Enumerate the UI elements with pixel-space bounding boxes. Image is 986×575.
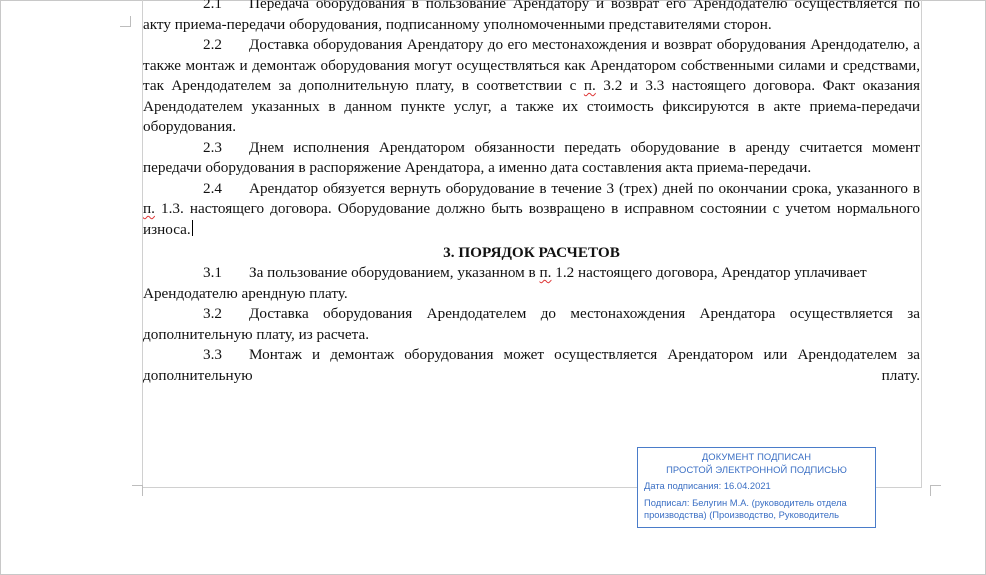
clause-number: 2.3 (203, 138, 222, 156)
corner-mark (120, 16, 131, 27)
clause-3-2: 3.2 Доставка оборудования Арендодателем д… (143, 304, 920, 345)
stamp-subtitle: ПРОСТОЙ ЭЛЕКТРОННОЙ ПОДПИСЬЮ (666, 463, 847, 475)
clause-text: 1.3. настоящего договора. Оборудование д… (143, 200, 920, 238)
clause-text: Монтаж и демонтаж оборудования может осу… (143, 346, 920, 384)
stamp-signer: Подписал: Белугин М.А. (руководитель отд… (644, 496, 847, 521)
clause-3-3: 3.3 Монтаж и демонтаж оборудования может … (143, 345, 920, 386)
document-body[interactable]: 2.1 Передача оборудования в пользование А… (143, 0, 920, 386)
misspelled-word[interactable]: п. (540, 264, 552, 281)
stamp-date: Дата подписания: 16.04.2021 (644, 480, 771, 491)
stamp-title: ДОКУМЕНТ ПОДПИСАН (701, 451, 812, 462)
clause-number: 3.1 (203, 264, 222, 281)
section-heading: 3. ПОРЯДОК РАСЧЕТОВ (443, 244, 620, 261)
clause-2-1: 2.1 Передача оборудования в пользование А… (143, 0, 920, 35)
clause-number: 2.2 (203, 36, 222, 53)
misspelled-word[interactable]: п. (584, 77, 596, 94)
clause-number: 2.1 (203, 0, 222, 12)
corner-mark (930, 485, 941, 496)
e-signature-stamp: ДОКУМЕНТ ПОДПИСАН ПРОСТОЙ ЭЛЕКТРОННОЙ ПО… (637, 447, 876, 528)
clause-number: 3.2 (203, 305, 222, 322)
clause-text: Арендатор обязуется вернуть оборудование… (249, 179, 920, 197)
text-cursor (191, 219, 193, 236)
corner-mark (132, 485, 143, 496)
clause-3-1: 3.1 За пользование оборудованием, указанн… (143, 263, 920, 304)
clause-2-2: 2.2 Доставка оборудования Арендатору до е… (143, 35, 920, 138)
clause-number: 3.3 (203, 346, 222, 363)
clause-text: Днем исполнения Арендатором обязанности … (143, 138, 920, 177)
clause-text: Доставка оборудования Арендодателем до м… (143, 305, 920, 343)
clause-2-3: 2.3 Днем исполнения Арендатором обязаннос… (143, 138, 920, 179)
clause-2-4: 2.4 Арендатор обязуется вернуть оборудова… (143, 179, 920, 241)
misspelled-word[interactable]: п. (143, 200, 155, 217)
clause-text: Передача оборудования в пользование Арен… (143, 0, 920, 33)
clause-text: За пользование оборудованием, указанном … (249, 264, 536, 281)
clause-number: 2.4 (203, 179, 222, 197)
